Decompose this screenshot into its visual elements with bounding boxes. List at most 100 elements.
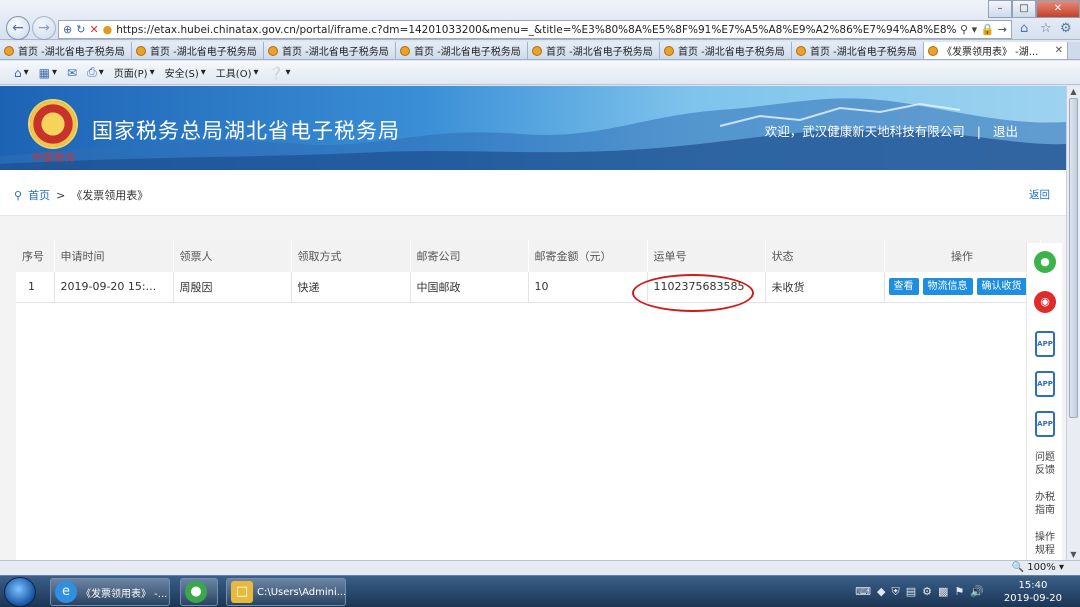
tab-label: 首页 -湖北省电子税务局 [18, 47, 125, 58]
close-window-button[interactable]: ✕ [1036, 0, 1080, 18]
scrollbar-thumb[interactable] [1069, 98, 1078, 418]
tab-favicon [928, 45, 938, 56]
safety-menu-label: 安全(S) [164, 69, 199, 80]
stop-icon[interactable]: ✕ [89, 23, 98, 36]
breadcrumb-home-link[interactable]: 首页 [28, 187, 50, 203]
ie-icon: e [55, 581, 77, 603]
rss-icon: ▦ [38, 65, 50, 80]
compat-icon[interactable]: ⊕ [63, 23, 72, 36]
scroll-up-arrow-icon[interactable]: ▲ [1069, 87, 1078, 96]
tab-favicon [400, 45, 410, 56]
logout-link[interactable]: 退出 [993, 124, 1018, 139]
tab-1[interactable]: 首页 -湖北省电子税务局 [0, 42, 132, 59]
close-tab-icon[interactable]: ✕ [1055, 45, 1063, 56]
favorites-star-icon[interactable]: ☆ [1040, 21, 1052, 36]
app-download-icon-2[interactable]: APP [1035, 371, 1055, 397]
guide-link[interactable]: 办税指南 [1031, 491, 1059, 517]
clock-time: 15:40 [1018, 580, 1048, 591]
weibo-icon[interactable]: ◉ [1034, 291, 1056, 313]
view-button[interactable]: 查看 [888, 278, 919, 296]
zoom-icon: 🔍 [1011, 562, 1025, 573]
tab-7[interactable]: 首页 -湖北省电子税务局 [792, 42, 924, 59]
folder-icon: □ [231, 581, 253, 603]
minimize-button[interactable]: – [988, 0, 1012, 18]
emblem-caption: 中国税务 [32, 153, 76, 164]
site-title: 国家税务总局湖北省电子税务局 [92, 119, 400, 143]
settings-gear-icon[interactable]: ⚙ [1060, 21, 1072, 36]
search-dropdown-icon[interactable]: ⚲ ▾ 🔒 → [956, 23, 1011, 36]
forward-button[interactable]: → [32, 16, 56, 40]
scroll-down-arrow-icon[interactable]: ▼ [1069, 550, 1078, 559]
start-button[interactable] [4, 577, 36, 607]
page-menu[interactable]: 页面(P) ▾ [114, 65, 155, 80]
tab-label: 首页 -湖北省电子税务局 [150, 47, 257, 58]
system-tray: ⌨ ◆ ⛨ ▤ ⚙ ▩ ⚑ 🔊 [855, 585, 984, 599]
help-menu[interactable]: ❔ ▾ [269, 66, 291, 80]
tray-tool-icon[interactable]: ⚙ [922, 585, 932, 599]
breadcrumb: ⚲ 首页 > 《发票领用表》 [14, 187, 148, 203]
keyboard-icon[interactable]: ⌨ [855, 585, 871, 599]
system-clock[interactable]: 15:40 2019-09-20 [1004, 579, 1062, 605]
breadcrumb-bar: ⚲ 首页 > 《发票领用表》 返回 [0, 170, 1066, 216]
url-text[interactable]: https://etax.hubei.chinatax.gov.cn/porta… [116, 24, 956, 36]
vertical-scrollbar[interactable]: ▲ ▼ [1066, 86, 1080, 560]
col-header-index: 序号 [16, 240, 55, 272]
cell-status: 未收货 [765, 272, 885, 303]
flag-icon[interactable]: ⚑ [954, 585, 964, 599]
command-bar: ⌂ ▾ ▦ ▾ ✉ ⎙ ▾ 页面(P) ▾ 安全(S) ▾ 工具(O) ▾ ❔ ▾ [0, 61, 1080, 85]
zoom-level: 100% [1027, 562, 1056, 573]
tab-label: 首页 -湖北省电子税务局 [282, 47, 389, 58]
tab-favicon [136, 45, 146, 56]
tab-5[interactable]: 首页 -湖北省电子税务局 [528, 42, 660, 59]
url-field[interactable]: ⊕ ↻ ✕ ● https://etax.hubei.chinatax.gov.… [58, 20, 1012, 39]
tab-label: 《发票领用表》 -湖... [942, 47, 1039, 58]
tab-active[interactable]: 《发票领用表》 -湖... ✕ [924, 42, 1068, 59]
app-download-icon-3[interactable]: APP [1035, 411, 1055, 437]
tab-label: 首页 -湖北省电子税务局 [678, 47, 785, 58]
feedback-link[interactable]: 问题反馈 [1031, 451, 1059, 477]
network-icon[interactable]: ▤ [906, 585, 916, 599]
rules-link[interactable]: 操作规程 [1031, 531, 1059, 557]
shield-icon[interactable]: ⛨ [891, 585, 899, 599]
tab-6[interactable]: 首页 -湖北省电子税务局 [660, 42, 792, 59]
feeds-menu[interactable]: ▦ ▾ [39, 66, 57, 80]
tools-menu[interactable]: 工具(O) ▾ [216, 65, 259, 80]
taskbar-app-button[interactable]: ● [180, 578, 218, 606]
mail-menu[interactable]: ✉ [67, 66, 77, 80]
breadcrumb-current: 《发票领用表》 [71, 189, 149, 202]
home-menu[interactable]: ⌂ ▾ [14, 66, 29, 80]
maximize-button[interactable]: □ [1012, 0, 1036, 18]
cell-actions: 查看 物流信息 确认收货 [884, 272, 1041, 303]
tray-app-icon[interactable]: ◆ [877, 585, 885, 599]
tab-3[interactable]: 首页 -湖北省电子税务局 [264, 42, 396, 59]
side-toolbar: ● ◉ APP APP APP 问题反馈 办税指南 操作规程 [1026, 243, 1062, 563]
col-header-person: 领票人 [173, 240, 292, 272]
print-menu[interactable]: ⎙ ▾ [87, 65, 104, 80]
taskbar-explorer-window[interactable]: □ C:\Users\Admini... [226, 578, 346, 606]
welcome-text: 欢迎，武汉健康新天地科技有限公司 [764, 124, 965, 139]
col-header-method: 领取方式 [291, 240, 411, 272]
tab-2[interactable]: 首页 -湖北省电子税务局 [132, 42, 264, 59]
logistics-button[interactable]: 物流信息 [922, 278, 973, 296]
display-icon[interactable]: ▩ [938, 585, 948, 599]
col-header-status: 状态 [765, 240, 885, 272]
home-icon[interactable]: ⌂ [1020, 21, 1028, 36]
col-header-time: 申请时间 [54, 240, 174, 272]
refresh-icon[interactable]: ↻ [76, 23, 85, 36]
welcome-separator: | [976, 124, 981, 139]
back-link[interactable]: 返回 [1029, 187, 1050, 202]
back-button[interactable]: ← [6, 16, 30, 40]
safety-menu[interactable]: 安全(S) ▾ [165, 65, 206, 80]
volume-icon[interactable]: 🔊 [970, 585, 984, 599]
tab-favicon [4, 45, 14, 56]
app-download-icon-1[interactable]: APP [1035, 331, 1055, 357]
tab-strip: 首页 -湖北省电子税务局 首页 -湖北省电子税务局 首页 -湖北省电子税务局 首… [0, 42, 1080, 60]
wechat-icon[interactable]: ● [1034, 251, 1056, 273]
tab-favicon [268, 45, 278, 56]
col-header-company: 邮寄公司 [410, 240, 529, 272]
confirm-receipt-button[interactable]: 确认收货 [976, 278, 1027, 296]
taskbar-ie-window[interactable]: e 《发票领用表》 -... [50, 578, 170, 606]
tab-4[interactable]: 首页 -湖北省电子税务局 [396, 42, 528, 59]
print-icon: ⎙ [87, 65, 97, 79]
zoom-control[interactable]: 🔍 100% ▾ [1012, 561, 1064, 575]
